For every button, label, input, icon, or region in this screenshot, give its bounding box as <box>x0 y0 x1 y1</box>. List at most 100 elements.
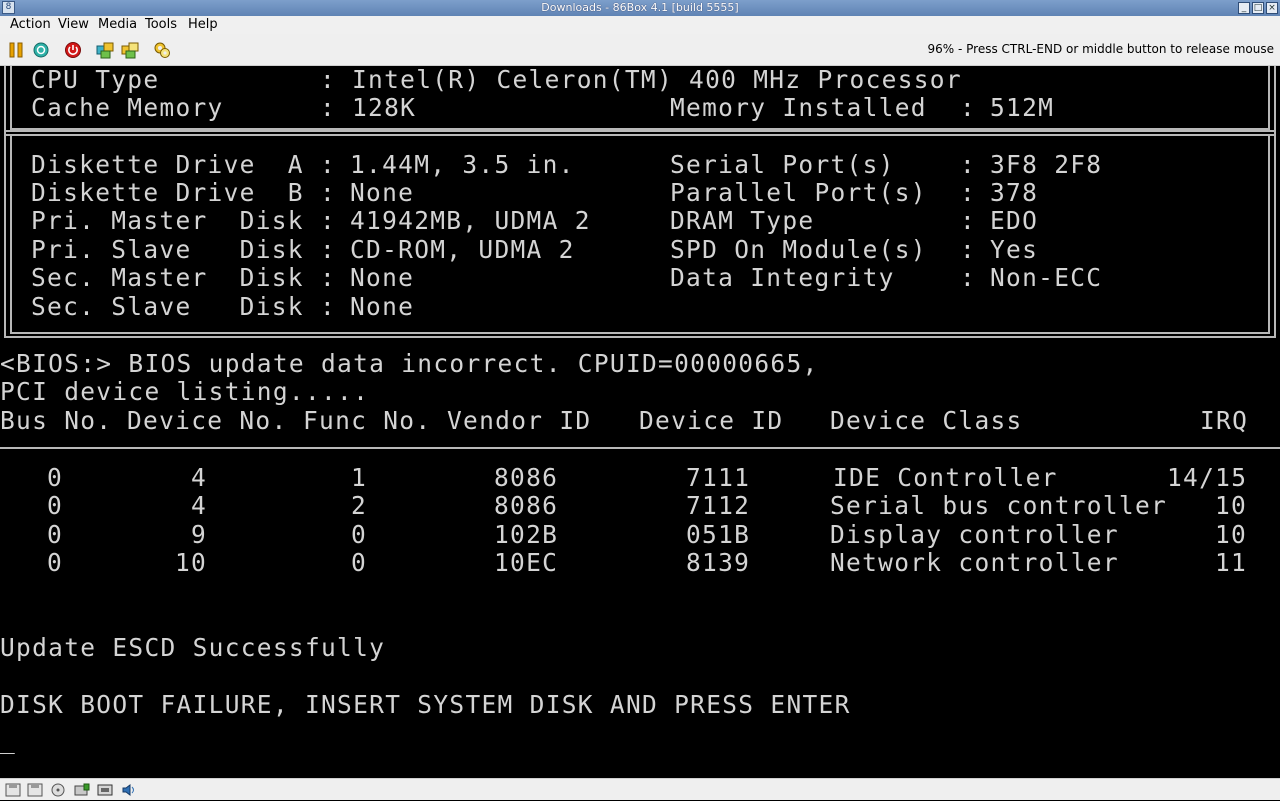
pri-slave-label: Pri. Slave Disk <box>31 235 304 264</box>
cache-memory-label: Cache Memory <box>31 93 224 122</box>
separator: : <box>960 93 977 122</box>
pci-cell-irq: 11 <box>1215 548 1248 577</box>
menu-tools[interactable]: Tools <box>144 17 178 32</box>
sound-icon[interactable] <box>121 782 137 796</box>
separator: : <box>320 263 337 292</box>
diskette-a-value: 1.44M, 3.5 in. <box>350 150 575 179</box>
separator: : <box>320 292 337 321</box>
pci-cell-class: IDE Controller <box>833 463 1058 492</box>
pci-cell-func: 0 <box>351 520 368 549</box>
dram-type-label: DRAM Type <box>670 206 815 235</box>
pci-cell-vendor: 8086 <box>494 491 559 520</box>
status-message: 96% - Press CTRL-END or middle button to… <box>927 42 1274 56</box>
ctrl-alt-del-icon[interactable] <box>96 41 114 59</box>
separator: : <box>320 235 337 264</box>
pci-cell-device: 4 <box>191 491 208 520</box>
memory-installed-value: 512M <box>990 93 1055 122</box>
floppy-b-icon[interactable] <box>27 782 43 797</box>
spd-module-value: Yes <box>990 235 1039 264</box>
title-bar: 8 Downloads - 86Box 4.1 [build 5555] _ □… <box>0 0 1280 16</box>
pci-cell-irq: 10 <box>1215 491 1248 520</box>
separator: : <box>960 178 977 207</box>
dram-type-value: EDO <box>990 206 1039 235</box>
parallel-ports-label: Parallel Port(s) <box>670 178 927 207</box>
diskette-a-label: Diskette Drive A <box>31 150 304 179</box>
separator: : <box>320 178 337 207</box>
pci-header-func: Func No. <box>303 406 432 435</box>
text-cursor: _ <box>0 725 17 754</box>
maximize-icon[interactable]: □ <box>1252 2 1264 14</box>
sec-master-label: Sec. Master Disk <box>31 263 304 292</box>
pci-header-divider <box>0 447 1280 449</box>
bios-update-message: <BIOS:> BIOS update data incorrect. CPUI… <box>0 349 819 378</box>
pci-cell-class: Display controller <box>830 520 1119 549</box>
pri-master-label: Pri. Master Disk <box>31 206 304 235</box>
separator: : <box>960 235 977 264</box>
cpu-type-value: Intel(R) Celeron(TM) 400 MHz Processor <box>352 66 962 94</box>
pci-cell-devid: 7111 <box>686 463 751 492</box>
serial-ports-value: 3F8 2F8 <box>990 150 1103 179</box>
separator: : <box>320 150 337 179</box>
toolbar: 96% - Press CTRL-END or middle button to… <box>0 34 1280 66</box>
reset-icon[interactable] <box>32 41 50 59</box>
menu-help[interactable]: Help <box>187 17 219 32</box>
pci-cell-device: 10 <box>175 548 208 577</box>
pci-cell-devid: 051B <box>686 520 751 549</box>
pci-cell-device: 4 <box>191 463 208 492</box>
separator: : <box>320 93 337 122</box>
sec-master-value: None <box>350 263 415 292</box>
pri-master-value: 41942MB, UDMA 2 <box>350 206 591 235</box>
pci-cell-irq: 14/15 <box>1167 463 1248 492</box>
pci-cell-func: 2 <box>351 491 368 520</box>
pci-cell-irq: 10 <box>1215 520 1248 549</box>
menu-view[interactable]: View <box>57 17 90 32</box>
pci-cell-bus: 0 <box>47 548 64 577</box>
memory-installed-label: Memory Installed <box>670 93 927 122</box>
menu-media[interactable]: Media <box>97 17 138 32</box>
pci-cell-bus: 0 <box>47 491 64 520</box>
pci-header-irq: IRQ <box>1200 406 1249 435</box>
status-bar <box>0 778 1280 800</box>
power-icon[interactable] <box>64 41 82 59</box>
pci-cell-device: 9 <box>191 520 208 549</box>
parallel-ports-value: 378 <box>990 178 1039 207</box>
separator: : <box>320 206 337 235</box>
pause-icon[interactable] <box>7 41 25 59</box>
pci-cell-func: 1 <box>351 463 368 492</box>
pci-header-vendor: Vendor ID <box>447 406 592 435</box>
pci-header-class: Device Class <box>830 406 1023 435</box>
pci-cell-vendor: 102B <box>494 520 559 549</box>
pci-cell-devid: 7112 <box>686 491 751 520</box>
pri-slave-value: CD-ROM, UDMA 2 <box>350 235 575 264</box>
pci-cell-bus: 0 <box>47 520 64 549</box>
close-icon[interactable]: × <box>1266 2 1278 14</box>
network-icon[interactable] <box>97 782 113 796</box>
escd-message: Update ESCD Successfully <box>0 633 386 662</box>
diskette-b-value: None <box>350 178 415 207</box>
data-integrity-value: Non-ECC <box>990 263 1103 292</box>
cache-memory-value: 128K <box>352 93 417 122</box>
menu-action[interactable]: Action <box>9 17 52 32</box>
sec-slave-label: Sec. Slave Disk <box>31 292 304 321</box>
cdrom-icon[interactable] <box>50 782 66 797</box>
boot-failure-message: DISK BOOT FAILURE, INSERT SYSTEM DISK AN… <box>0 690 851 719</box>
emulator-screen[interactable]: CPU Type : Intel(R) Celeron(TM) 400 MHz … <box>0 66 1280 778</box>
pci-listing-message: PCI device listing..... <box>0 377 370 406</box>
menu-bar: Action View Media Tools Help <box>0 16 1280 34</box>
floppy-a-icon[interactable] <box>5 782 21 797</box>
separator: : <box>960 263 977 292</box>
separator: : <box>960 150 977 179</box>
ctrl-alt-esc-icon[interactable] <box>121 41 139 59</box>
minimize-icon[interactable]: _ <box>1238 2 1250 14</box>
diskette-b-label: Diskette Drive B <box>31 178 304 207</box>
serial-ports-label: Serial Port(s) <box>670 150 895 179</box>
cpu-type-label: CPU Type <box>31 66 160 94</box>
sec-slave-value: None <box>350 292 415 321</box>
settings-icon[interactable] <box>153 41 171 59</box>
spd-module-label: SPD On Module(s) <box>670 235 927 264</box>
hard-disk-icon[interactable] <box>74 782 90 796</box>
pci-cell-class: Network controller <box>830 548 1119 577</box>
separator: : <box>320 66 337 94</box>
pci-header-devid: Device ID <box>639 406 784 435</box>
data-integrity-label: Data Integrity <box>670 263 895 292</box>
